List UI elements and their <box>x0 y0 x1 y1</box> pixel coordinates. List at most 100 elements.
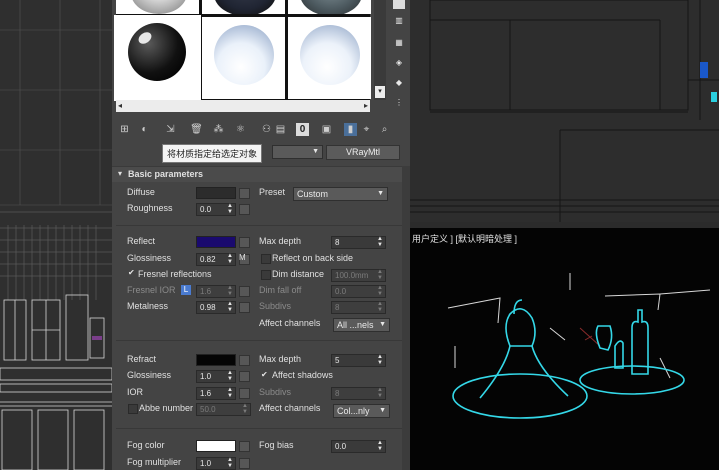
refract-affect-channels-dropdown[interactable]: Col...nly ▼ <box>333 404 390 418</box>
spinner-arrows-icon[interactable]: ▲ ▼ <box>227 387 233 399</box>
spinner-arrows-icon[interactable]: ▲ ▼ <box>377 440 383 452</box>
fog-bias-label: Fog bias <box>259 440 294 450</box>
fresnel-ior-spinner[interactable]: 1.6 ▲ ▼ <box>196 285 236 298</box>
scroll-down-icon[interactable]: ▾ <box>375 86 385 98</box>
refract-glossiness-map-button[interactable] <box>239 371 250 382</box>
refract-max-depth-spinner[interactable]: 5 ▲ ▼ <box>331 354 386 367</box>
make-copy-icon[interactable]: ⁂ <box>212 123 225 136</box>
get-material-icon[interactable]: ⊞ <box>118 123 131 136</box>
reflect-map-button[interactable] <box>239 237 250 248</box>
spinner-arrows-icon[interactable]: ▲ ▼ <box>377 387 383 399</box>
background-icon[interactable]: ▦ <box>393 38 405 47</box>
refract-color-swatch[interactable] <box>196 354 236 366</box>
panel-scrollbar[interactable] <box>402 166 410 470</box>
refract-subdivs-spinner[interactable]: 8 ▲ ▼ <box>331 387 386 400</box>
spinner-arrows-icon[interactable]: ▲ ▼ <box>377 285 383 297</box>
show-map-icon[interactable]: ▣ <box>320 123 333 136</box>
reflect-color-swatch[interactable] <box>196 236 236 248</box>
spinner-arrows-icon[interactable]: ▲ ▼ <box>227 457 233 469</box>
scroll-right-icon[interactable]: ▸ <box>364 100 368 112</box>
sample-type-icon[interactable] <box>393 0 405 9</box>
material-slot[interactable] <box>202 0 285 14</box>
uv-tiling-icon[interactable]: ◈ <box>393 58 405 67</box>
put-to-scene-icon[interactable]: ◐ <box>138 123 151 136</box>
assign-material-icon[interactable]: ⇲ <box>164 123 177 136</box>
material-name-dropdown[interactable]: ▼ <box>272 145 323 159</box>
show-end-result-icon[interactable]: ▮ <box>344 123 357 136</box>
preset-dropdown[interactable]: Custom ▼ <box>293 187 388 201</box>
refract-subdivs-label: Subdivs <box>259 387 292 397</box>
fog-color-map-button[interactable] <box>239 441 250 452</box>
material-slot[interactable] <box>116 0 199 14</box>
ior-map-button[interactable] <box>239 388 250 399</box>
metalness-map-button[interactable] <box>239 302 250 313</box>
video-color-check-icon[interactable]: ◆ <box>393 78 405 87</box>
m-button[interactable]: M <box>239 253 246 262</box>
go-forward-icon[interactable]: ⌕ <box>378 123 391 136</box>
fog-multiplier-map-button[interactable] <box>239 458 250 469</box>
spinner-arrows-icon[interactable]: ▲ ▼ <box>377 269 383 281</box>
diffuse-map-button[interactable] <box>239 188 250 199</box>
material-slot[interactable] <box>202 17 285 99</box>
spinner-arrows-icon[interactable]: ▲ ▼ <box>377 236 383 248</box>
save-icon[interactable]: ▤ <box>274 123 287 136</box>
make-unique-icon[interactable]: ⚛ <box>234 123 247 136</box>
diffuse-color-swatch[interactable] <box>196 187 236 199</box>
top-right-viewport[interactable] <box>410 0 719 222</box>
metalness-value: 0.98 <box>200 303 216 312</box>
fresnel-checkmark-icon[interactable]: ✔ <box>128 269 136 277</box>
go-to-parent-icon[interactable]: ⌖ <box>360 123 373 136</box>
backlight-icon[interactable]: ▥ <box>393 16 405 25</box>
slots-vertical-scrollbar[interactable]: ▾ <box>374 0 386 100</box>
spinner-arrows-icon[interactable]: ▲ ▼ <box>227 285 233 297</box>
spinner-arrows-icon[interactable]: ▲ ▼ <box>227 301 233 313</box>
affect-shadows-checkmark-icon[interactable]: ✔ <box>261 371 269 379</box>
metalness-spinner[interactable]: 0.98 ▲ ▼ <box>196 301 236 314</box>
divider <box>116 428 402 429</box>
spinner-arrows-icon[interactable]: ▲ ▼ <box>377 354 383 366</box>
back-side-checkbox[interactable] <box>261 254 271 264</box>
fog-multiplier-spinner[interactable]: 1.0 ▲ ▼ <box>196 457 236 470</box>
delete-icon[interactable]: 🗑 <box>190 123 203 136</box>
refract-glossiness-spinner[interactable]: 1.0 ▲ ▼ <box>196 370 236 383</box>
diffuse-label: Diffuse <box>127 187 155 197</box>
refract-label: Refract <box>127 354 157 364</box>
scroll-left-icon[interactable]: ◂ <box>118 100 122 112</box>
material-id-icon[interactable]: 0 <box>296 123 309 136</box>
reflect-subdivs-spinner[interactable]: 8 ▲ ▼ <box>331 301 386 314</box>
spinner-arrows-icon[interactable]: ▲ ▼ <box>242 403 248 415</box>
material-slot[interactable] <box>288 0 371 14</box>
material-slot[interactable] <box>288 17 371 99</box>
roughness-map-button[interactable] <box>239 204 250 215</box>
abbe-spinner[interactable]: 50.0 ▲ ▼ <box>196 403 251 416</box>
spinner-arrows-icon[interactable]: ▲ ▼ <box>227 203 233 215</box>
fog-color-swatch[interactable] <box>196 440 236 452</box>
fresnel-ior-map-button[interactable] <box>239 286 250 297</box>
material-slot-selected[interactable] <box>114 15 201 101</box>
refract-map-button[interactable] <box>239 355 250 366</box>
put-to-library-icon[interactable]: ⚇ <box>260 123 273 136</box>
spinner-arrows-icon[interactable]: ▲ ▼ <box>227 370 233 382</box>
roughness-spinner[interactable]: 0.0 ▲ ▼ <box>196 203 236 216</box>
fresnel-ior-lock-button[interactable]: L <box>181 285 191 295</box>
fog-bias-spinner[interactable]: 0.0 ▲ ▼ <box>331 440 386 453</box>
spinner-arrows-icon[interactable]: ▲ ▼ <box>377 301 383 313</box>
left-viewport[interactable] <box>0 0 112 470</box>
dim-distance-checkbox[interactable] <box>261 270 271 280</box>
perspective-viewport[interactable] <box>410 228 719 470</box>
ior-spinner[interactable]: 1.6 ▲ ▼ <box>196 387 236 400</box>
reflect-glossiness-spinner[interactable]: 0.82 ▲ ▼ <box>196 253 236 266</box>
refract-max-depth-label: Max depth <box>259 354 302 364</box>
options-icon[interactable]: ⋮ <box>393 98 405 107</box>
reflect-affect-channels-dropdown[interactable]: All ...nels ▼ <box>333 318 390 332</box>
dim-falloff-spinner[interactable]: 0.0 ▲ ▼ <box>331 285 386 298</box>
viewport-label[interactable]: 用户定义 ] [默认明暗处理 ] <box>412 232 517 245</box>
abbe-checkbox[interactable] <box>128 404 138 414</box>
reflect-max-depth-spinner[interactable]: 8 ▲ ▼ <box>331 236 386 249</box>
spinner-arrows-icon[interactable]: ▲ ▼ <box>227 253 233 265</box>
material-type-button[interactable]: VRayMtl <box>326 145 400 160</box>
rollout-header[interactable]: ▾ Basic parameters <box>112 166 410 182</box>
slots-horizontal-scrollbar[interactable]: ◂ ▸ <box>116 100 370 112</box>
dim-distance-spinner[interactable]: 100.0mm ▲ ▼ <box>331 269 386 282</box>
ior-label: IOR <box>127 387 144 397</box>
